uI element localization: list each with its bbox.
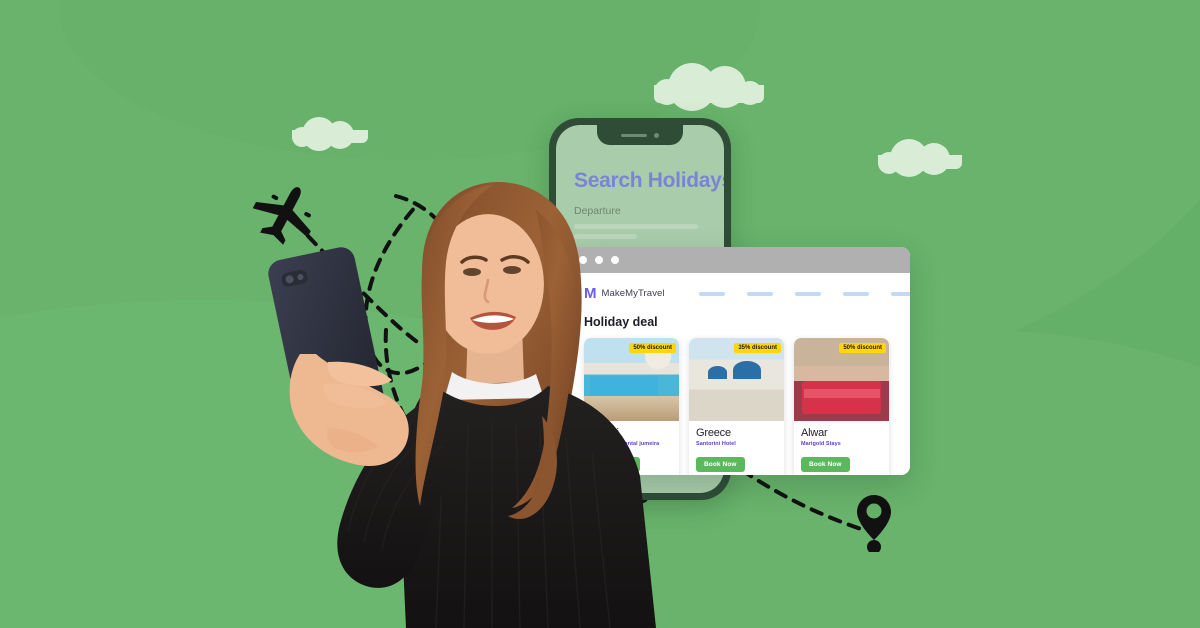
- map-pin-icon: [856, 494, 892, 557]
- phone-notch: [597, 125, 683, 145]
- phone-speaker: [621, 133, 647, 137]
- book-now-button[interactable]: Book Now: [801, 457, 850, 472]
- deal-hotel: Marigold Stays: [801, 441, 841, 447]
- deal-card-body: Alwar Marigold Stays Book Now: [794, 421, 889, 475]
- phone-camera-icon: [654, 132, 659, 138]
- nav-link-placeholder[interactable]: [746, 291, 773, 296]
- nav-link-placeholder[interactable]: [842, 291, 869, 296]
- cloud-icon: [292, 117, 368, 151]
- dome-shape: [708, 366, 727, 379]
- poster-canvas: Search Holidays Departure Arrival M: [0, 0, 1200, 628]
- destination-photo-alwar: 50% discount: [794, 338, 889, 421]
- nav-link-placeholder[interactable]: [794, 291, 821, 296]
- discount-badge: 35% discount: [734, 343, 781, 353]
- deal-hotel: Santorini Hotel: [696, 441, 736, 447]
- deal-city: Greece: [696, 427, 731, 439]
- hand-with-phone: [268, 247, 409, 466]
- table-shape: [801, 381, 882, 415]
- nav-link-placeholder[interactable]: [890, 291, 910, 296]
- tablecloth-shape: [803, 389, 880, 398]
- person-photo: [268, 182, 656, 628]
- cloud-icon: [654, 63, 764, 111]
- dome-shape: [732, 361, 762, 380]
- cloud-icon: [878, 139, 962, 177]
- deal-city: Alwar: [801, 427, 828, 439]
- nav-links: [698, 291, 910, 296]
- discount-badge: 50% discount: [839, 343, 886, 353]
- deal-card[interactable]: 50% discount Alwar Marigold Stays Book N…: [794, 338, 889, 475]
